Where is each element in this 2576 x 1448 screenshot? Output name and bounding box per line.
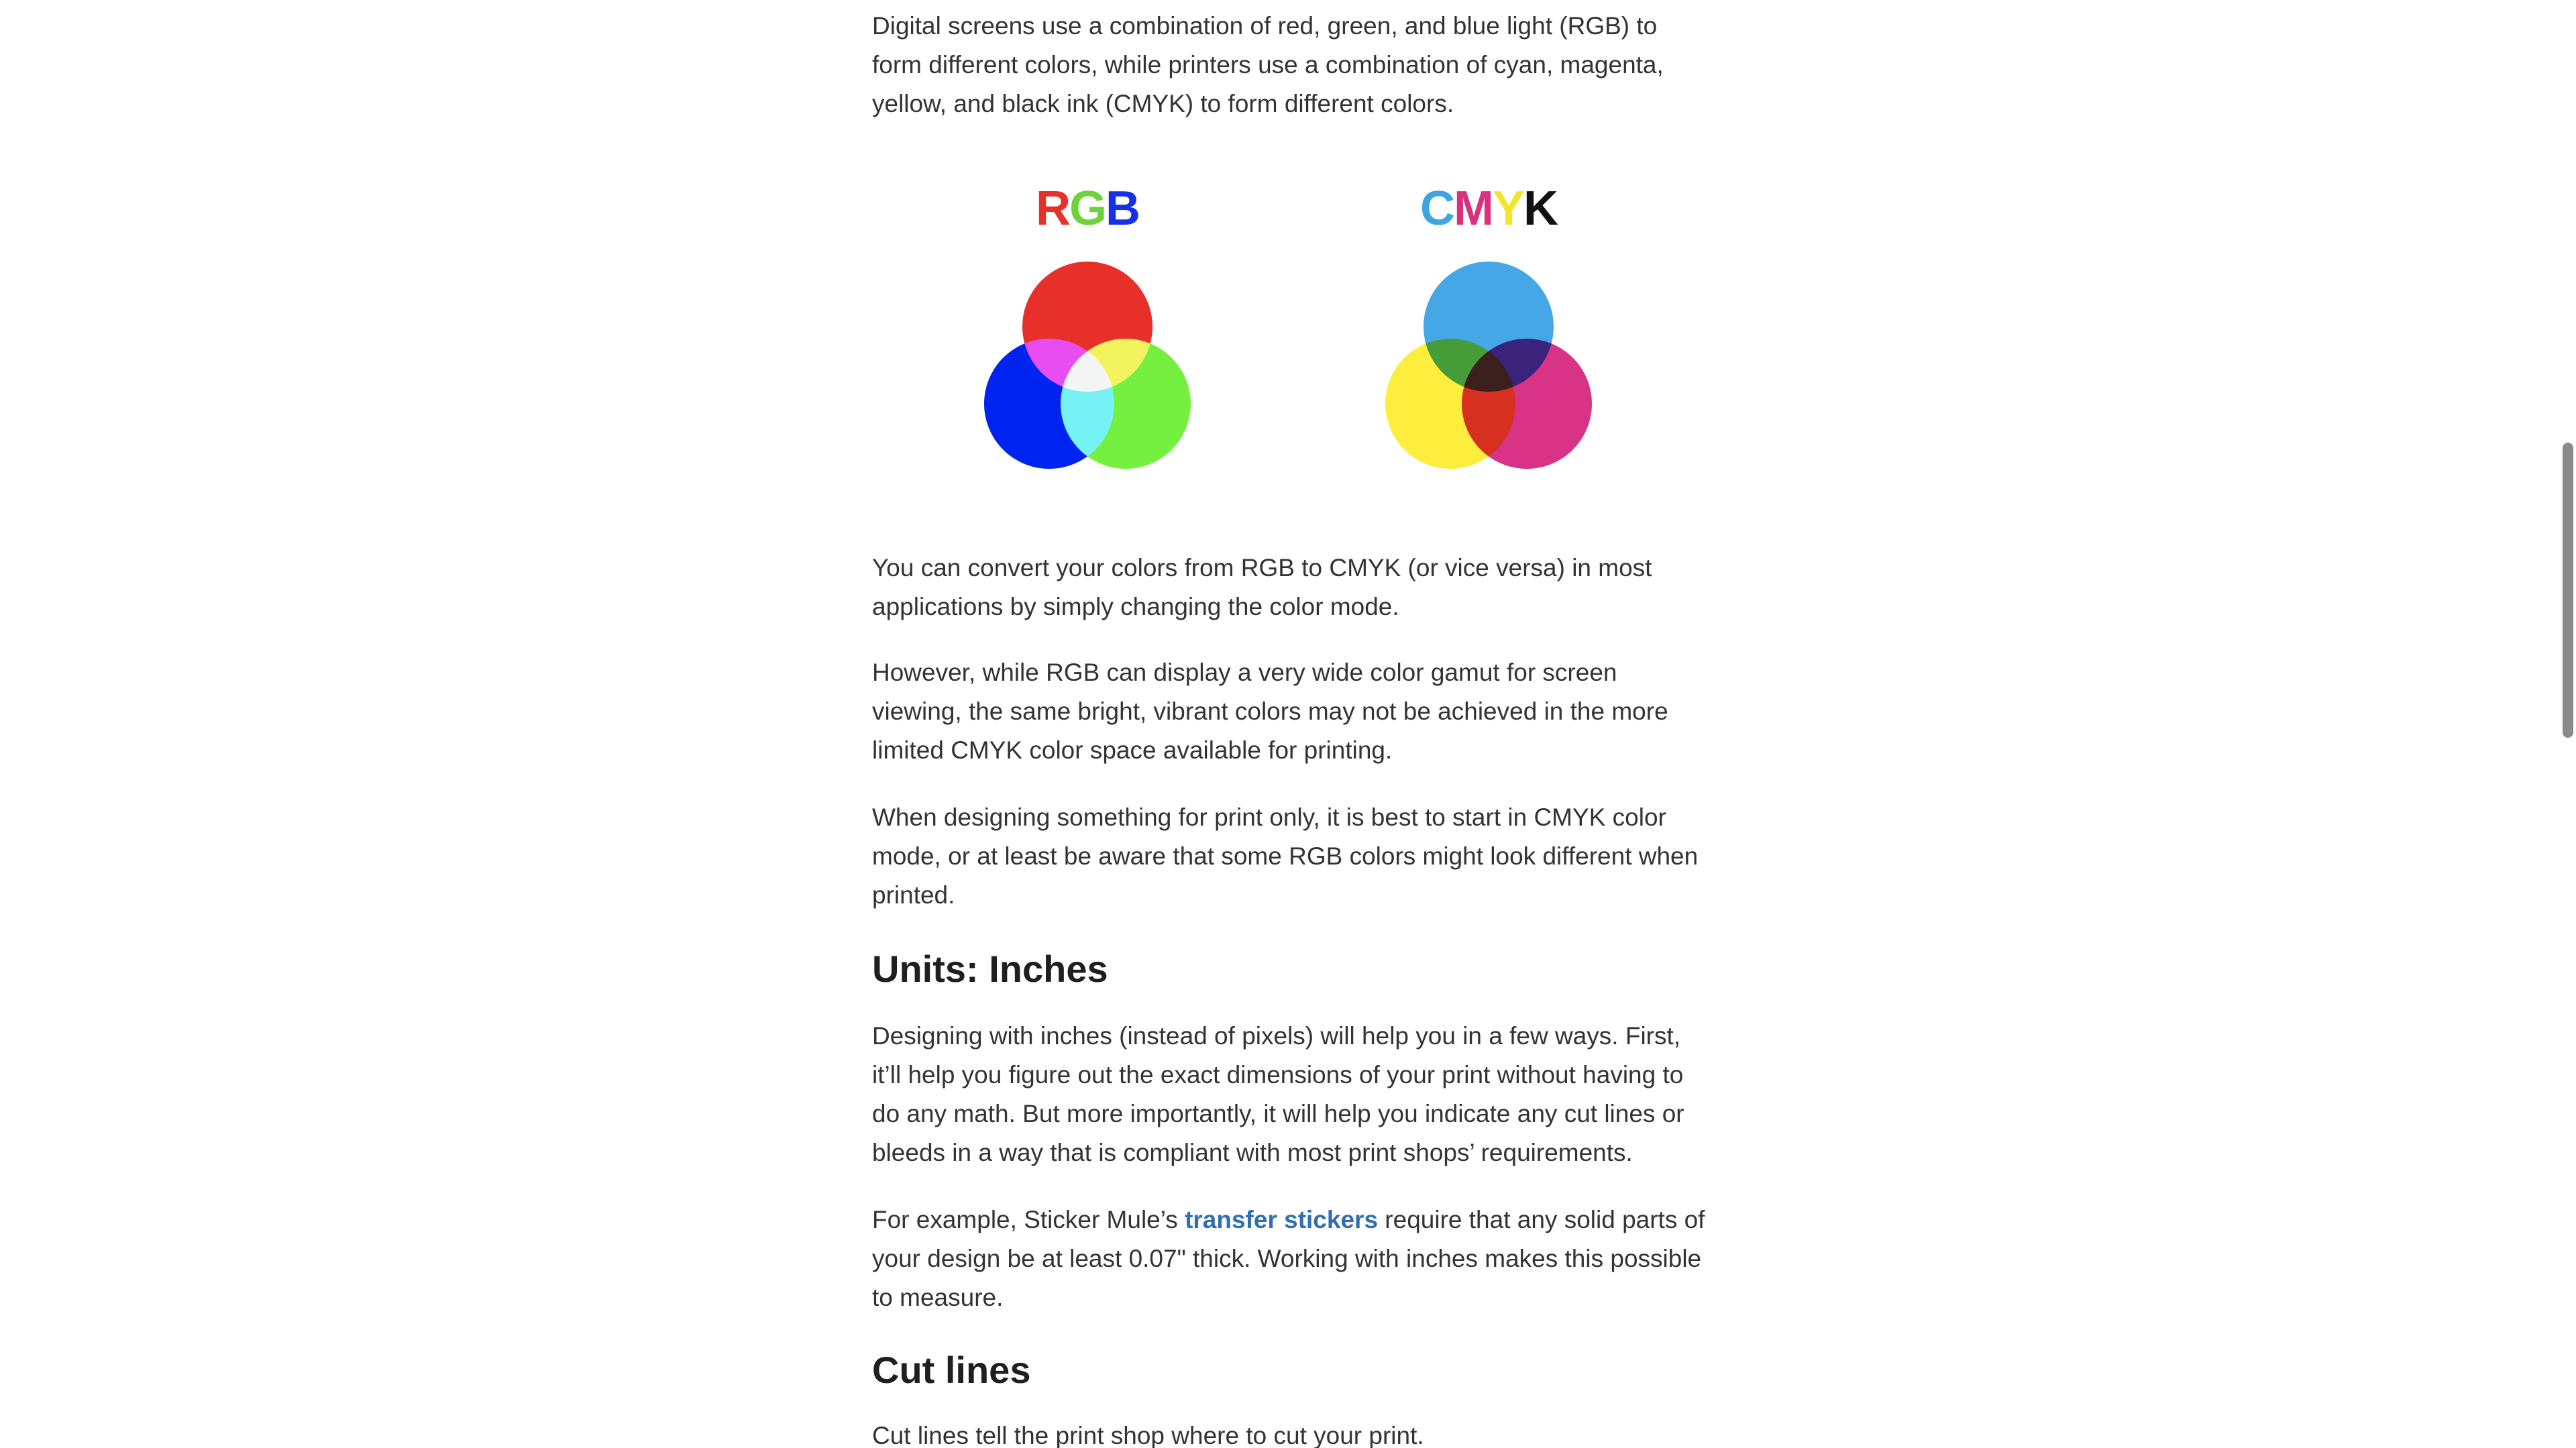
- rgb-cmyk-figure: RGB CMYK: [872, 181, 1711, 490]
- cmyk-letter-k: K: [1523, 182, 1558, 235]
- gamut-paragraph: However, while RGB can display a very wi…: [872, 659, 1668, 764]
- cmyk-title: CMYK: [1354, 181, 1623, 236]
- convert-paragraph: You can convert your colors from RGB to …: [872, 554, 1652, 620]
- units-heading: Units: Inches: [872, 948, 1108, 990]
- rgb-letter-g: G: [1069, 182, 1107, 235]
- rgb-venn-diagram: [984, 262, 1191, 469]
- scrollbar-thumb[interactable]: [2563, 443, 2573, 738]
- rgb-letter-r: R: [1035, 182, 1071, 235]
- example-text-before: For example, Sticker Mule’s: [872, 1206, 1185, 1233]
- cmyk-circle-magenta: [1462, 339, 1592, 469]
- transfer-stickers-link[interactable]: transfer stickers: [1185, 1206, 1378, 1233]
- intro-paragraph: Digital screens use a combination of red…: [872, 12, 1664, 117]
- rgb-letter-b: B: [1106, 182, 1140, 235]
- page-scrollbar[interactable]: [2559, 0, 2576, 1448]
- cmyk-letter-y: Y: [1492, 182, 1525, 235]
- cmyk-letter-c: C: [1419, 182, 1455, 235]
- cut-lines-paragraph: Cut lines tell the print shop where to c…: [872, 1422, 1424, 1448]
- cut-lines-heading: Cut lines: [872, 1349, 1031, 1391]
- example-paragraph: For example, Sticker Mule’s transfer sti…: [872, 1201, 1711, 1317]
- rgb-circle-green: [1061, 339, 1191, 469]
- inches-paragraph: Designing with inches (instead of pixels…: [872, 1022, 1684, 1166]
- print-paragraph: When designing something for print only,…: [872, 803, 1699, 909]
- cmyk-letter-m: M: [1453, 182, 1494, 235]
- cmyk-venn-diagram: [1385, 262, 1592, 469]
- rgb-title: RGB: [953, 181, 1222, 236]
